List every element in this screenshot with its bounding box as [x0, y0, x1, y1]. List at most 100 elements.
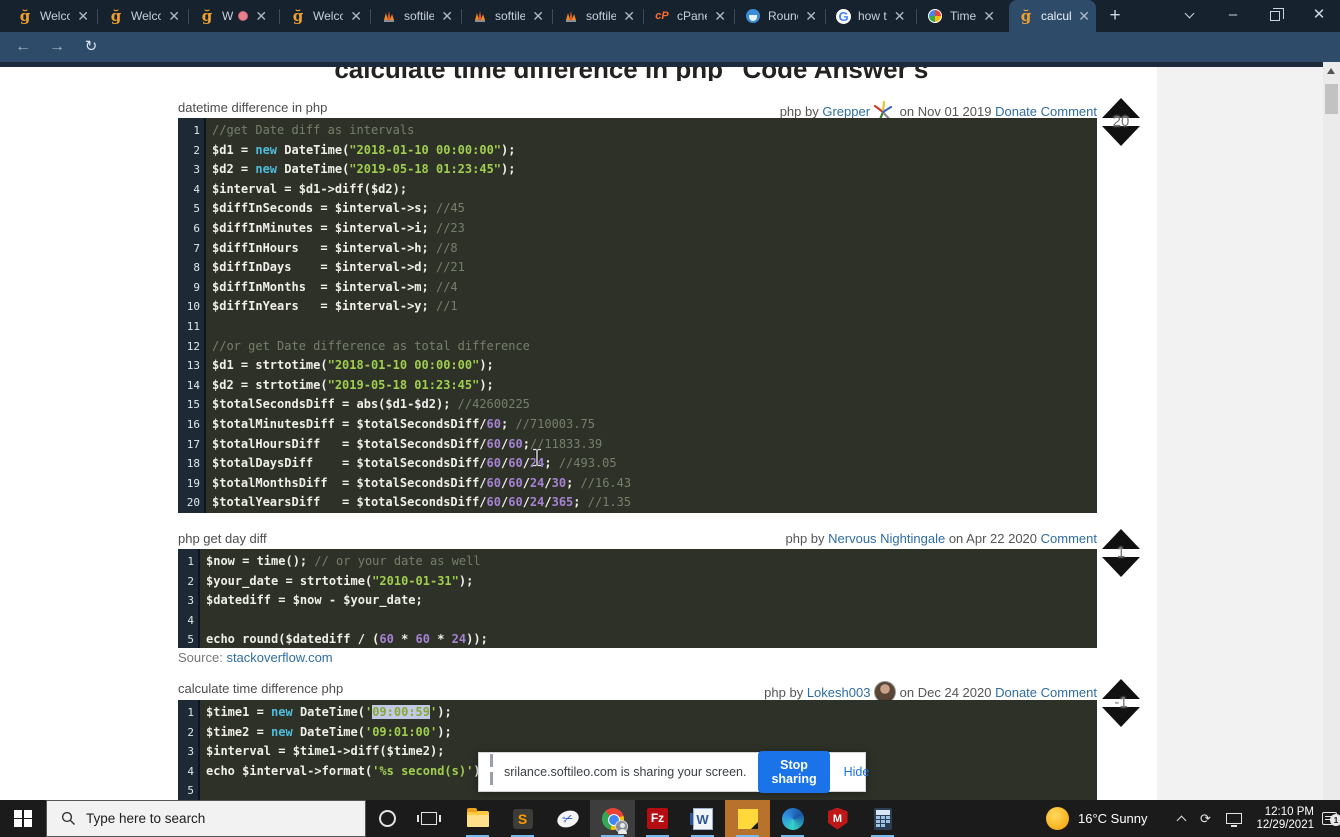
- sticky-notes-button[interactable]: [725, 800, 770, 837]
- file-explorer-button[interactable]: [455, 800, 500, 837]
- tray-overflow-button[interactable]: [1178, 800, 1185, 837]
- scrollbar-thumb[interactable]: [1325, 84, 1338, 114]
- answer-question-link[interactable]: calculate time difference php: [178, 681, 343, 696]
- code-line: [212, 317, 631, 337]
- tab-w-2[interactable]: ğW✕: [190, 0, 277, 32]
- weather-widget[interactable]: 16°C Sunny: [1046, 800, 1148, 837]
- forward-button[interactable]: →: [44, 35, 70, 59]
- vote-widget: -1: [1100, 679, 1142, 727]
- tab-close-icon[interactable]: ✕: [894, 9, 906, 23]
- taskbar-search-input[interactable]: Type here to search: [46, 800, 366, 837]
- line-number: 1: [178, 552, 198, 572]
- tab-calcul-11[interactable]: ğcalcul✕: [1009, 0, 1096, 32]
- action-center-button[interactable]: 1: [1322, 800, 1337, 837]
- code-block[interactable]: 12345$now = time(); // or your date as w…: [178, 549, 1097, 648]
- date-label: on Dec 24 2020: [896, 685, 995, 700]
- tab-label: W: [222, 9, 233, 23]
- line-number: 2: [178, 723, 198, 743]
- tab-close-icon[interactable]: ✕: [77, 9, 89, 23]
- tab-softile-4[interactable]: softile✕: [372, 0, 459, 32]
- cortana-button[interactable]: [366, 800, 408, 837]
- comment-link[interactable]: Comment: [1041, 685, 1097, 700]
- tab-welco-1[interactable]: ğWelco✕: [99, 0, 186, 32]
- tab-softile-6[interactable]: softile✕: [554, 0, 641, 32]
- tab-close-icon[interactable]: ✕: [350, 9, 362, 23]
- comment-link[interactable]: Comment: [1041, 531, 1097, 546]
- tab-round-8[interactable]: Round✕: [736, 0, 823, 32]
- browser-tab-bar: ğWelco✕ğWelco✕ğW✕ğWelco✕softile✕softile✕…: [0, 0, 1340, 32]
- tab-separator: [279, 9, 280, 24]
- answer-question-link[interactable]: datetime difference in php: [178, 100, 327, 115]
- calculator-button[interactable]: [860, 800, 905, 837]
- tab-welco-0[interactable]: ğWelco✕: [8, 0, 95, 32]
- line-number: 5: [178, 630, 198, 650]
- donate-link[interactable]: Donate: [995, 104, 1037, 119]
- task-view-button[interactable]: [408, 800, 450, 837]
- author-link[interactable]: Lokesh003: [807, 685, 871, 700]
- tab-close-icon[interactable]: ✕: [441, 9, 453, 23]
- source-row: Source: stackoverflow.com: [178, 650, 333, 665]
- taskbar-clock[interactable]: 12:10 PM 12/29/2021: [1252, 800, 1314, 837]
- hide-share-bar-link[interactable]: Hide: [844, 765, 870, 779]
- source-label: Source:: [178, 650, 223, 665]
- code-line: $totalMinutesDiff = $totalSecondsDiff/60…: [212, 415, 631, 435]
- mcafee-button[interactable]: M: [815, 800, 860, 837]
- tab-separator: [643, 9, 644, 24]
- tab-close-icon[interactable]: ✕: [714, 9, 726, 23]
- line-number: 1: [178, 121, 204, 141]
- pause-icon: [488, 754, 493, 790]
- tab-search-chevron-icon[interactable]: [1170, 0, 1208, 32]
- edge-button[interactable]: [770, 800, 815, 837]
- sublime-text-button[interactable]: S: [500, 800, 545, 837]
- comment-link[interactable]: Comment: [1041, 104, 1097, 119]
- tab-time-10[interactable]: Time✕: [918, 0, 1005, 32]
- code-line: echo round($datediff / (60 * 60 * 24));: [206, 630, 488, 648]
- answer-question-link[interactable]: php get day diff: [178, 531, 267, 546]
- tab-close-icon[interactable]: ✕: [1078, 9, 1090, 23]
- stop-sharing-button[interactable]: Stop sharing: [758, 751, 829, 793]
- author-link[interactable]: Grepper: [822, 104, 870, 119]
- tab-close-icon[interactable]: ✕: [623, 9, 635, 23]
- chevron-up-icon: [1177, 816, 1187, 826]
- tab-close-icon[interactable]: ✕: [983, 9, 995, 23]
- code-line: $totalYearsDiff = $totalSecondsDiff/60/6…: [212, 493, 631, 513]
- filezilla-button[interactable]: Fz: [635, 800, 680, 837]
- tab-softile-5[interactable]: softile✕: [463, 0, 550, 32]
- tab-how-t-9[interactable]: Ghow t✕: [827, 0, 914, 32]
- answer-section-1: php get day diffphp by Nervous Nightinga…: [178, 529, 1142, 549]
- tab-close-icon[interactable]: ✕: [255, 9, 267, 23]
- recording-dot-icon: [238, 11, 248, 21]
- snipping-tool-button[interactable]: ✂: [545, 800, 590, 837]
- code-line: $d2 = strtotime("2019-05-18 01:23:45");: [212, 376, 631, 396]
- tab-close-icon[interactable]: ✕: [532, 9, 544, 23]
- word-button[interactable]: W: [680, 800, 725, 837]
- tab-cpane-7[interactable]: cPcPane✕: [645, 0, 732, 32]
- new-tab-button[interactable]: +: [1103, 5, 1127, 27]
- sync-tray-icon[interactable]: ⟳: [1200, 800, 1211, 837]
- chrome-button[interactable]: [590, 800, 635, 837]
- author-link[interactable]: Nervous Nightingale: [828, 531, 945, 546]
- tab-close-icon[interactable]: ✕: [805, 9, 817, 23]
- window-minimize-button[interactable]: –: [1214, 0, 1252, 32]
- scrollbar-up-arrow[interactable]: [1327, 68, 1335, 74]
- window-close-button[interactable]: ✕: [1300, 0, 1338, 32]
- code-line: $interval = $time1->diff($time2);: [206, 742, 488, 762]
- source-link[interactable]: stackoverflow.com: [226, 650, 332, 665]
- page-right-margin: [1157, 67, 1323, 800]
- back-button[interactable]: ←: [10, 35, 36, 59]
- tab-welco-3[interactable]: ğWelco✕: [281, 0, 368, 32]
- donate-link[interactable]: Donate: [995, 685, 1037, 700]
- window-restore-button[interactable]: [1256, 0, 1294, 32]
- code-block[interactable]: 1234567891011121314151617181920//get Dat…: [178, 118, 1097, 513]
- network-tray-icon[interactable]: [1226, 800, 1242, 837]
- tab-label: Welco: [131, 9, 161, 23]
- reload-button[interactable]: ↻: [78, 35, 104, 59]
- vote-count: 1: [1100, 546, 1142, 560]
- filezilla-icon: Fz: [647, 808, 668, 829]
- start-button[interactable]: [0, 800, 46, 837]
- grepper-favicon: ğ: [290, 8, 306, 24]
- vote-widget: 1: [1100, 529, 1142, 577]
- code-line: [206, 781, 488, 801]
- tab-close-icon[interactable]: ✕: [168, 9, 180, 23]
- code-line: $d1 = strtotime("2018-01-10 00:00:00");: [212, 356, 631, 376]
